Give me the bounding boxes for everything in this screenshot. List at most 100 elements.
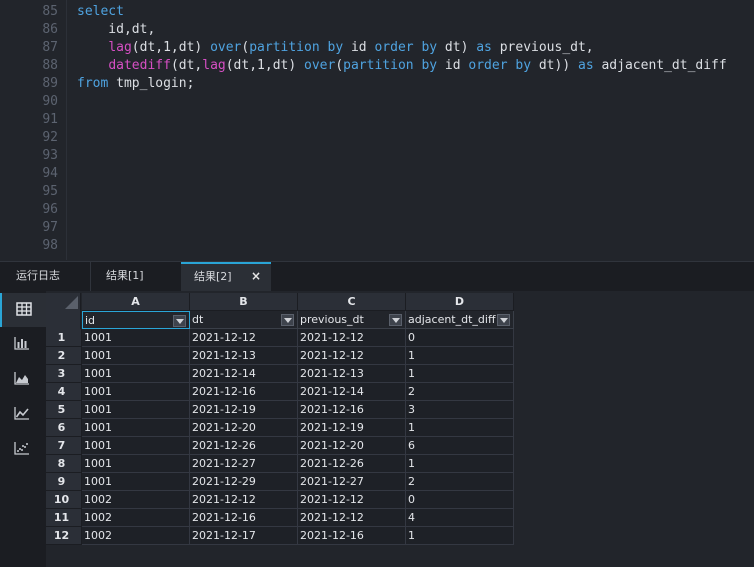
table-cell[interactable]: 1001: [82, 419, 190, 437]
line-number: 90: [42, 94, 58, 109]
table-cell[interactable]: 2021-12-16: [298, 527, 406, 545]
table-cell[interactable]: 1001: [82, 383, 190, 401]
table-cell[interactable]: 1001: [82, 437, 190, 455]
column-header-a[interactable]: A: [82, 293, 190, 311]
table-cell[interactable]: 2021-12-12: [298, 329, 406, 347]
table-cell[interactable]: 1001: [82, 401, 190, 419]
line-number: 94: [42, 166, 58, 181]
row-header[interactable]: 7: [46, 437, 82, 455]
table-cell[interactable]: 2: [406, 473, 514, 491]
filter-dropdown-icon[interactable]: [281, 314, 294, 326]
field-header-previous-dt[interactable]: previous_dt: [298, 311, 406, 329]
table-cell[interactable]: 4: [406, 509, 514, 527]
table-cell[interactable]: 2021-12-16: [190, 383, 298, 401]
table-cell[interactable]: 1: [406, 365, 514, 383]
table-cell[interactable]: 2021-12-19: [298, 419, 406, 437]
table-cell[interactable]: 1001: [82, 347, 190, 365]
row-header[interactable]: 3: [46, 365, 82, 383]
sql-keyword: over: [210, 40, 242, 55]
table-cell[interactable]: 1002: [82, 491, 190, 509]
row-header[interactable]: 8: [46, 455, 82, 473]
row-header[interactable]: 1: [46, 329, 82, 347]
area-chart-view-button[interactable]: [0, 362, 46, 396]
column-header-c[interactable]: C: [298, 293, 406, 311]
table-cell[interactable]: 0: [406, 329, 514, 347]
line-number: 96: [42, 202, 58, 217]
line-number: 85: [42, 4, 58, 19]
table-cell[interactable]: 2021-12-16: [298, 401, 406, 419]
code-line: select: [77, 3, 124, 21]
select-all-corner[interactable]: [46, 293, 81, 329]
code-editor[interactable]: 85 86 87 88 89 90 91 92 93 94 95 96 97 98 select id,d…: [0, 0, 754, 260]
close-icon[interactable]: ×: [251, 270, 263, 282]
field-header-adjacent-dt-diff[interactable]: adjacent_dt_diff: [406, 311, 514, 329]
table-cell[interactable]: 1002: [82, 509, 190, 527]
table-cell[interactable]: 6: [406, 437, 514, 455]
line-chart-view-button[interactable]: [0, 397, 46, 431]
tab-result-1[interactable]: 结果[1]: [90, 262, 181, 292]
table-cell[interactable]: 2021-12-16: [190, 509, 298, 527]
table-cell[interactable]: 2021-12-26: [190, 437, 298, 455]
table-cell[interactable]: 2021-12-12: [190, 329, 298, 347]
table-cell[interactable]: 2021-12-20: [190, 419, 298, 437]
filter-dropdown-icon[interactable]: [497, 314, 510, 326]
code-area[interactable]: select id,dt, lag(dt,1,dt) over(partitio…: [66, 0, 754, 260]
table-cell[interactable]: 2021-12-27: [298, 473, 406, 491]
scatter-chart-view-button[interactable]: [0, 432, 46, 466]
table-cell[interactable]: 2021-12-29: [190, 473, 298, 491]
table-cell[interactable]: 2021-12-13: [190, 347, 298, 365]
table-cell[interactable]: 1001: [82, 473, 190, 491]
column-header-d[interactable]: D: [406, 293, 514, 311]
table-cell[interactable]: 3: [406, 401, 514, 419]
table-cell[interactable]: 1002: [82, 527, 190, 545]
table-cell[interactable]: 1: [406, 527, 514, 545]
table-cell[interactable]: 1: [406, 419, 514, 437]
bar-chart-view-button[interactable]: [0, 327, 46, 361]
table-cell[interactable]: 2021-12-12: [298, 491, 406, 509]
filter-dropdown-icon[interactable]: [173, 315, 186, 327]
table-cell[interactable]: 2021-12-12: [298, 509, 406, 527]
table-cell[interactable]: 2021-12-26: [298, 455, 406, 473]
table-cell[interactable]: 1: [406, 455, 514, 473]
table-cell[interactable]: 2021-12-17: [190, 527, 298, 545]
table-view-button[interactable]: [0, 293, 46, 327]
table-cell[interactable]: 1: [406, 347, 514, 365]
table-cell[interactable]: 1001: [82, 365, 190, 383]
field-header-dt[interactable]: dt: [190, 311, 298, 329]
result-grid[interactable]: Aid Bdt Cprevious_dt Dadjacent_dt_diff 1 1001…: [46, 291, 754, 567]
table-cell[interactable]: 2021-12-20: [298, 437, 406, 455]
tab-run-log[interactable]: 运行日志: [0, 262, 90, 292]
row-header[interactable]: 9: [46, 473, 82, 491]
table-cell[interactable]: 2021-12-19: [190, 401, 298, 419]
table-cell[interactable]: 2021-12-12: [190, 491, 298, 509]
table-cell[interactable]: 2021-12-12: [298, 347, 406, 365]
table-cell[interactable]: 0: [406, 491, 514, 509]
sql-keyword: partition: [343, 58, 414, 73]
table-cell[interactable]: 1001: [82, 455, 190, 473]
row-header[interactable]: 11: [46, 509, 82, 527]
table-cell[interactable]: 2: [406, 383, 514, 401]
table-cell[interactable]: 1001: [82, 329, 190, 347]
sql-keyword: partition: [249, 40, 320, 55]
filter-dropdown-icon[interactable]: [389, 314, 402, 326]
row-header[interactable]: 2: [46, 347, 82, 365]
row-header[interactable]: 5: [46, 401, 82, 419]
table-cell[interactable]: 2021-12-13: [298, 365, 406, 383]
table-cell[interactable]: 2021-12-14: [190, 365, 298, 383]
row-header[interactable]: 10: [46, 491, 82, 509]
row-header[interactable]: 6: [46, 419, 82, 437]
sql-function: lag: [108, 40, 132, 55]
sql-function: lag: [202, 58, 226, 73]
field-header-id[interactable]: id: [82, 311, 190, 329]
line-number: 88: [42, 58, 58, 73]
sql-keyword: from: [77, 76, 109, 91]
sql-keyword: as: [476, 40, 492, 55]
select-all-triangle-icon: [65, 296, 78, 309]
row-header[interactable]: 12: [46, 527, 82, 545]
column-header-b[interactable]: B: [190, 293, 298, 311]
line-number: 87: [42, 40, 58, 55]
row-header[interactable]: 4: [46, 383, 82, 401]
table-cell[interactable]: 2021-12-27: [190, 455, 298, 473]
bar-chart-icon: [14, 337, 29, 350]
table-cell[interactable]: 2021-12-14: [298, 383, 406, 401]
